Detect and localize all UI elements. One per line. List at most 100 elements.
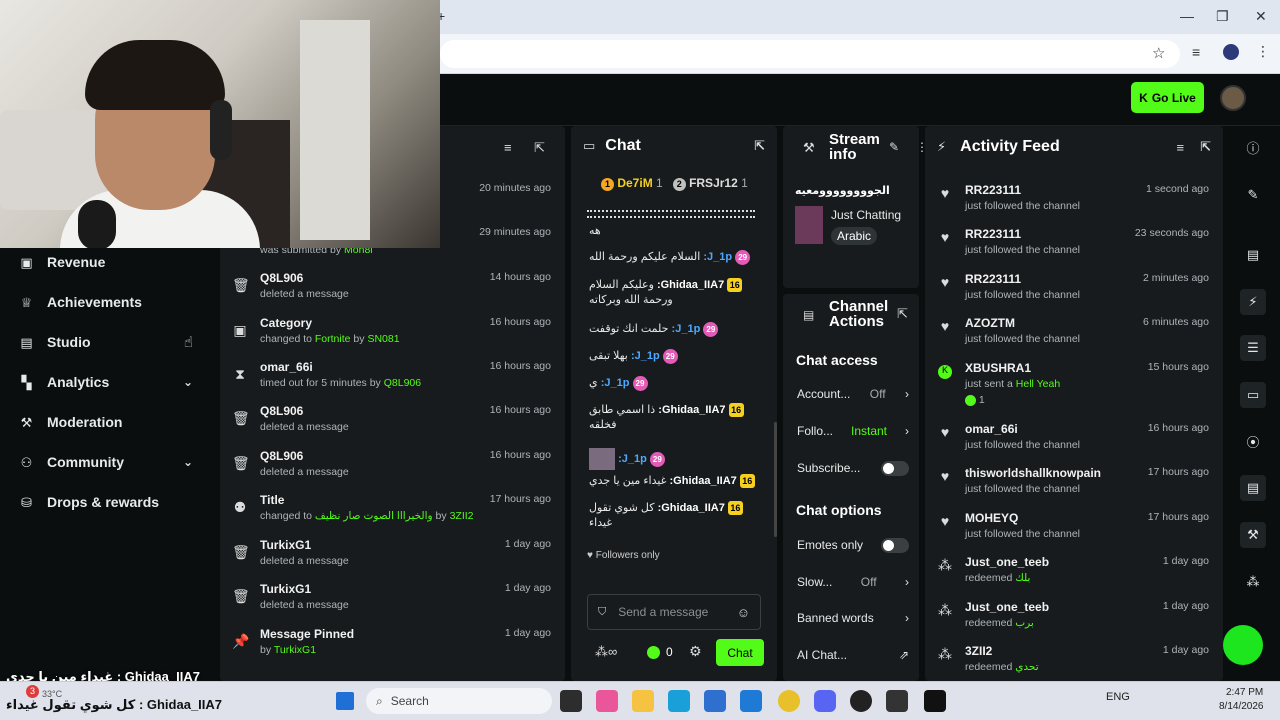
sidebar-item-revenue[interactable]: ▣ Revenue xyxy=(0,242,215,282)
gear-icon[interactable]: ⚙ xyxy=(689,643,702,660)
activity-user[interactable]: Just_one_teeb xyxy=(965,555,1049,569)
account-age-setting[interactable]: Account... Off › xyxy=(797,384,909,404)
info-icon[interactable]: ⓘ xyxy=(1240,134,1266,160)
activity-user[interactable]: AZOZTM xyxy=(965,316,1015,330)
row-time: 1 day ago xyxy=(504,627,551,639)
row-user-link[interactable]: SN081 xyxy=(367,333,399,345)
popout-icon[interactable]: ⇱ xyxy=(897,306,908,322)
popout-icon[interactable]: ⇱ xyxy=(1200,139,1211,155)
category-name[interactable]: Just Chatting xyxy=(831,208,901,222)
chat-icon[interactable]: ▭ xyxy=(1240,382,1266,408)
activity-user[interactable]: omar_66i xyxy=(965,422,1018,436)
channel-actions-icon[interactable]: ▤ xyxy=(1240,475,1266,501)
banned-words-setting[interactable]: Banned words › xyxy=(797,608,909,628)
emoji-icon[interactable]: ☺ xyxy=(737,605,750,620)
chat-username[interactable]: Ghidaa_IIA7: xyxy=(658,502,725,514)
app-icon[interactable] xyxy=(886,690,908,712)
emotes-only-toggle[interactable] xyxy=(881,537,909,553)
activity-user[interactable]: MOHEYQ xyxy=(965,511,1018,525)
chrome-icon[interactable] xyxy=(778,690,800,712)
mail-icon[interactable] xyxy=(740,690,762,712)
floating-action-button[interactable] xyxy=(1223,625,1263,665)
user-avatar[interactable] xyxy=(1220,85,1246,111)
chat-username[interactable]: J_1p: xyxy=(601,377,630,389)
chat-username[interactable]: J_1p: xyxy=(618,453,647,465)
copilot-icon[interactable] xyxy=(596,690,618,712)
row-name[interactable]: omar_66i xyxy=(260,360,313,374)
chat-username[interactable]: Ghidaa_IIA7: xyxy=(670,475,737,487)
media-control-icon[interactable]: ≡ xyxy=(1192,44,1200,60)
chat-username[interactable]: Ghidaa_IIA7: xyxy=(658,404,725,416)
restore-button[interactable]: ❐ xyxy=(1216,8,1229,25)
taskview-icon[interactable] xyxy=(560,690,582,712)
row-user-link[interactable]: TurkixG1 xyxy=(274,644,316,656)
edge-icon[interactable] xyxy=(668,690,690,712)
row-user-link[interactable]: 3ZII2 xyxy=(450,510,474,522)
folder-icon[interactable] xyxy=(632,690,654,712)
activity-user[interactable]: RR223111 xyxy=(965,227,1021,241)
chat-input[interactable]: ⛉ Send a message ☺ xyxy=(587,594,761,630)
chat-username[interactable]: J_1p: xyxy=(672,323,701,335)
address-bar[interactable] xyxy=(440,40,1180,68)
clock-date[interactable]: 8/14/2026 xyxy=(1219,701,1264,712)
popout-icon[interactable]: ⇱ xyxy=(754,138,765,154)
filter-icon[interactable]: ≡ xyxy=(504,140,512,155)
row-name[interactable]: TurkixG1 xyxy=(260,538,311,552)
activity-user[interactable]: Just_one_teeb xyxy=(965,600,1049,614)
points-icon[interactable]: ⁂∞ xyxy=(595,644,617,660)
sidebar-item-studio[interactable]: ▤ Studio ☝ xyxy=(0,322,215,362)
minimize-button[interactable]: — xyxy=(1180,8,1194,24)
sidebar-item-achievements[interactable]: ♕ Achievements xyxy=(0,282,215,322)
row-highlight[interactable]: Fortnite xyxy=(315,333,351,345)
row-name[interactable]: TurkixG1 xyxy=(260,582,311,596)
store-icon[interactable] xyxy=(704,690,726,712)
filter-icon[interactable]: ≡ xyxy=(1177,140,1185,155)
browser-menu-icon[interactable]: ⋮ xyxy=(1256,43,1270,60)
obs-icon[interactable] xyxy=(850,690,872,712)
edit-icon[interactable]: ✎ xyxy=(1240,182,1266,208)
input-language[interactable]: ENG xyxy=(1106,691,1130,703)
row-name[interactable]: Q8L906 xyxy=(260,449,303,463)
sidebar-item-drops[interactable]: ⛁ Drops & rewards xyxy=(0,482,215,522)
taskbar-search[interactable]: ⌕ Search xyxy=(366,688,552,714)
list-icon[interactable]: ☰ xyxy=(1240,335,1266,361)
sidebar-item-moderation[interactable]: ⚒ Moderation xyxy=(0,402,215,442)
activity-user[interactable]: XBUSHRA1 xyxy=(965,361,1031,375)
row-name[interactable]: Q8L906 xyxy=(260,271,303,285)
chat-username[interactable]: Ghidaa_IIA7: xyxy=(657,279,724,291)
go-live-button[interactable]: K Go Live xyxy=(1131,82,1204,113)
lightning-icon[interactable]: ⚡ xyxy=(1240,289,1266,315)
popout-icon[interactable]: ⇱ xyxy=(534,140,545,156)
chat-scrollbar[interactable] xyxy=(774,422,777,537)
activity-user[interactable]: thisworldshallknowpain xyxy=(965,466,1101,480)
discord-icon[interactable] xyxy=(814,690,836,712)
bookmark-star-icon[interactable]: ☆ xyxy=(1152,44,1165,62)
row-name[interactable]: Q8L906 xyxy=(260,404,303,418)
subscriber-toggle[interactable] xyxy=(881,460,909,476)
wrench-icon[interactable]: ⚒ xyxy=(1240,522,1266,548)
sidebar-item-analytics[interactable]: ▚ Analytics ⌄ xyxy=(0,362,215,402)
activity-user[interactable]: 3ZII2 xyxy=(965,644,992,658)
studio-icon[interactable]: ▤ xyxy=(1240,242,1266,268)
follower-setting[interactable]: Follo... Instant › xyxy=(797,421,909,441)
gifter-item[interactable]: 2 FRSJr12 1 xyxy=(672,176,748,191)
send-chat-button[interactable]: Chat xyxy=(716,639,764,666)
start-icon[interactable] xyxy=(336,692,354,710)
edit-icon[interactable]: ✎ xyxy=(889,140,899,154)
sidebar-item-label: Studio xyxy=(47,334,91,350)
gifter-item[interactable]: 1 De7iM 1 xyxy=(601,176,663,191)
broadcast-icon[interactable]: ⦿ xyxy=(1240,428,1266,454)
row-user-link[interactable]: Q8L906 xyxy=(384,377,421,389)
sidebar-item-community[interactable]: ⚇ Community ⌄ xyxy=(0,442,215,482)
chat-username[interactable]: J_1p: xyxy=(703,251,732,263)
activity-user[interactable]: RR223111 xyxy=(965,183,1021,197)
close-window-button[interactable]: ✕ xyxy=(1255,8,1267,25)
slow-mode-setting[interactable]: Slow... Off › xyxy=(797,572,909,592)
chat-username[interactable]: J_1p: xyxy=(631,350,660,362)
epic-games-icon[interactable] xyxy=(924,690,946,712)
ai-chat-setting[interactable]: AI Chat... ⇗ xyxy=(797,645,909,665)
activity-user[interactable]: RR223111 xyxy=(965,272,1021,286)
points-icon[interactable]: ⁂ xyxy=(1240,569,1266,595)
clock-time[interactable]: 2:47 PM xyxy=(1226,687,1263,698)
profile-avatar-icon[interactable] xyxy=(1223,44,1239,60)
